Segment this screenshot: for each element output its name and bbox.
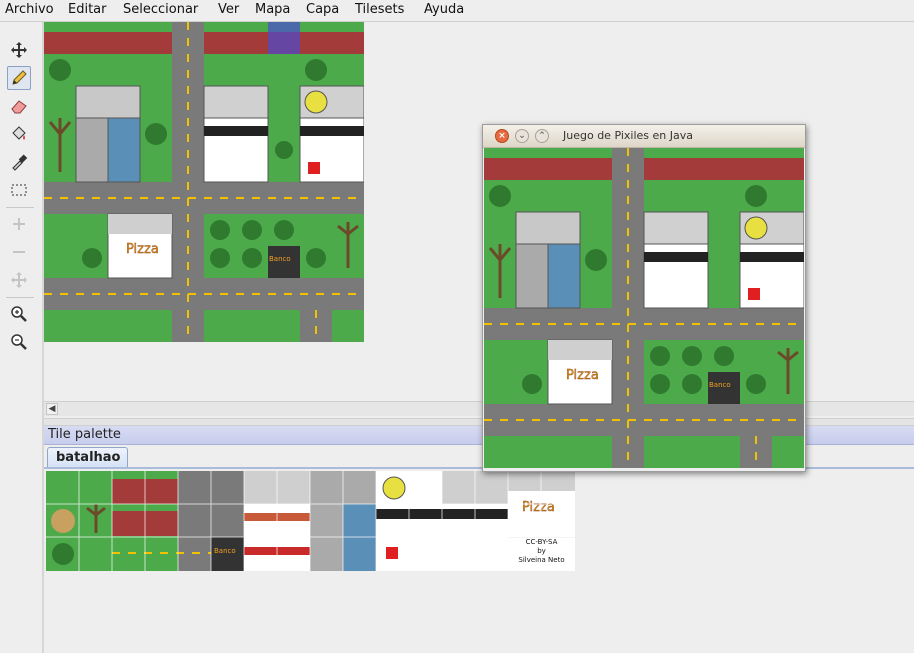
move-layer-icon[interactable] — [7, 268, 31, 292]
tileset-image[interactable]: Banco Pizza — [46, 471, 575, 571]
pencil-icon[interactable] — [7, 66, 31, 90]
game-banco-sign: Banco — [709, 381, 731, 389]
bucket-fill-icon[interactable] — [7, 122, 31, 146]
menu-mapa[interactable]: Mapa — [255, 2, 290, 17]
tool-bar — [0, 35, 40, 365]
menu-seleccionar[interactable]: Seleccionar — [123, 2, 198, 17]
menu-archivo[interactable]: Archivo — [5, 2, 54, 17]
menu-capa[interactable]: Capa — [306, 2, 339, 17]
credit-by: by — [537, 547, 546, 555]
map-canvas[interactable]: Pizza Banco — [44, 22, 364, 342]
game-window-titlebar[interactable]: × ⌄ ⌃ Juego de Pixiles en Java — [483, 125, 805, 148]
game-window-title: Juego de Pixiles en Java — [563, 129, 693, 142]
game-pizza-sign: Pizza — [566, 368, 599, 383]
toolbar-separator — [6, 207, 34, 208]
banco-sign: Banco — [269, 255, 291, 263]
pizza-sign: Pizza — [126, 242, 159, 257]
add-icon[interactable] — [7, 212, 31, 236]
tab-label: batalhao — [56, 450, 121, 465]
eraser-icon[interactable] — [7, 94, 31, 118]
tileset-credit: CC-BY-SA by Silveina Neto — [508, 538, 575, 571]
zoom-in-icon[interactable] — [7, 302, 31, 326]
close-icon[interactable]: × — [495, 129, 509, 143]
city-map[interactable]: Pizza Banco — [44, 22, 364, 342]
credit-author: Silveina Neto — [518, 556, 565, 564]
remove-icon[interactable] — [7, 240, 31, 264]
game-window[interactable]: × ⌄ ⌃ Juego de Pixiles en Java Pizza Ban… — [482, 124, 806, 472]
menu-editar[interactable]: Editar — [68, 2, 107, 17]
menu-tilesets[interactable]: Tilesets — [355, 2, 404, 17]
tab-batalhao[interactable]: batalhao — [47, 447, 128, 467]
menu-ayuda[interactable]: Ayuda — [424, 2, 464, 17]
move-icon[interactable] — [7, 38, 31, 62]
game-city-view[interactable]: Pizza Banco — [484, 148, 804, 468]
tile-palette-grid[interactable]: Banco Pizza CC-BY-SA by Silveina Neto — [46, 471, 575, 571]
toolbar-separator — [6, 297, 34, 298]
palette-banco-sign: Banco — [214, 547, 236, 555]
menu-ver[interactable]: Ver — [218, 2, 239, 17]
tile-palette-title: Tile palette — [48, 427, 121, 442]
credit-license: CC-BY-SA — [525, 538, 558, 546]
maximize-icon[interactable]: ⌃ — [535, 129, 549, 143]
game-canvas[interactable]: Pizza Banco — [484, 148, 804, 468]
scroll-left-icon[interactable]: ◀ — [46, 403, 58, 415]
eyedropper-icon[interactable] — [7, 150, 31, 174]
rect-select-icon[interactable] — [7, 178, 31, 202]
zoom-out-icon[interactable] — [7, 330, 31, 354]
menu-bar: Archivo Editar Seleccionar Ver Mapa Capa… — [0, 0, 914, 22]
palette-pizza-sign: Pizza — [522, 500, 555, 515]
minimize-icon[interactable]: ⌄ — [515, 129, 529, 143]
